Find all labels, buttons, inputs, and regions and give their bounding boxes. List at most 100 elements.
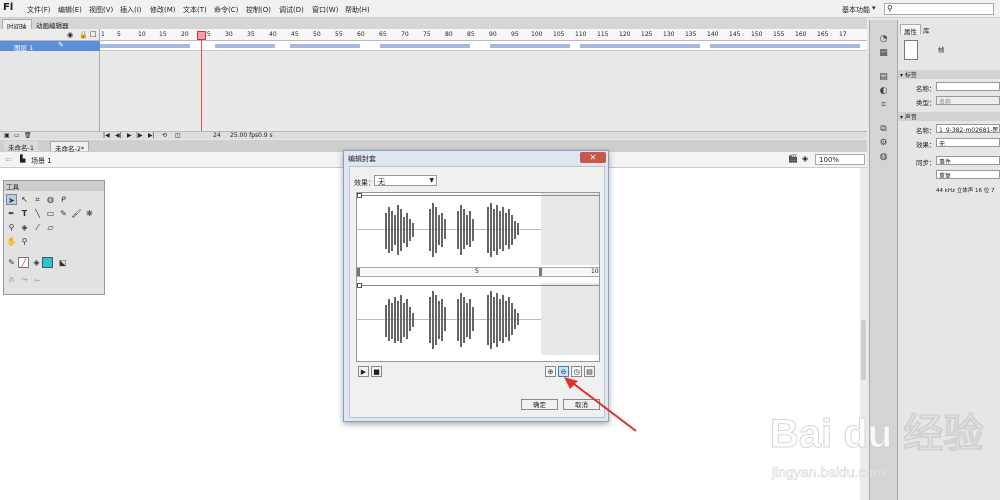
- pencil-tool-icon[interactable]: ✎: [58, 208, 69, 219]
- menu-window[interactable]: 窗口(W): [312, 5, 338, 15]
- type-select[interactable]: 名称: [936, 96, 1000, 105]
- free-transform-tool-icon[interactable]: ⌗: [32, 194, 43, 205]
- envelope-handle[interactable]: [357, 283, 362, 288]
- components-icon[interactable]: ⚙: [878, 138, 889, 149]
- envelope-line[interactable]: [357, 283, 599, 288]
- pen-tool-icon[interactable]: ✒: [6, 208, 17, 219]
- menu-debug[interactable]: 调试(D): [279, 5, 304, 15]
- play-icon[interactable]: ▶: [358, 366, 369, 377]
- stroke-color-swatch[interactable]: ╱: [18, 257, 29, 268]
- envelope-handle[interactable]: [357, 193, 362, 198]
- next-frame-icon[interactable]: |▶: [136, 132, 143, 139]
- loop-icon[interactable]: ⟲: [162, 132, 167, 139]
- stroke-color-icon[interactable]: ✎: [6, 257, 17, 268]
- scene-name[interactable]: 场景 1: [31, 156, 52, 166]
- new-layer-icon[interactable]: ▣: [4, 132, 10, 139]
- sound-effect-select[interactable]: 无: [936, 138, 1000, 147]
- text-tool-icon[interactable]: T: [19, 208, 30, 219]
- workspace-switcher[interactable]: 基本功能: [842, 5, 870, 15]
- name-input[interactable]: [936, 82, 1000, 91]
- zoom-tool-icon[interactable]: ⚲: [19, 236, 30, 247]
- subselection-tool-icon[interactable]: ↖: [19, 194, 30, 205]
- menu-file[interactable]: 文件(F): [27, 5, 51, 15]
- lock-icon[interactable]: 🔒: [79, 31, 88, 39]
- fps[interactable]: 25.00 fps: [230, 132, 258, 139]
- tab-properties[interactable]: 属性: [900, 24, 921, 36]
- color-icon[interactable]: ◔: [878, 34, 889, 45]
- stage-scroll-thumb[interactable]: [861, 320, 866, 380]
- menu-help[interactable]: 帮助(H): [345, 5, 370, 15]
- line-tool-icon[interactable]: ╲: [32, 208, 43, 219]
- code-snippets-icon[interactable]: ⧉: [878, 124, 889, 135]
- tab-timeline[interactable]: 时间轴: [2, 19, 32, 31]
- sound-section-header[interactable]: ▾ 声音: [898, 112, 1000, 121]
- sound-name-select[interactable]: 1_9-382-m02681-医生: [936, 124, 1000, 133]
- chevron-down-icon[interactable]: ▾: [872, 4, 876, 12]
- swatches-icon[interactable]: ▦: [878, 48, 889, 59]
- label-section-header[interactable]: ▾ 标签: [898, 70, 1000, 79]
- straighten-icon[interactable]: ⤚: [32, 274, 43, 285]
- align-icon[interactable]: ▤: [878, 72, 889, 83]
- paint-bucket-icon[interactable]: ◈: [19, 222, 30, 233]
- fill-color-swatch[interactable]: [42, 257, 53, 268]
- in-point-handle[interactable]: [357, 268, 360, 276]
- eye-icon[interactable]: ◉: [67, 31, 73, 39]
- current-frame[interactable]: 24: [213, 132, 221, 139]
- menu-insert[interactable]: 插入(I): [120, 5, 142, 15]
- rectangle-tool-icon[interactable]: ▭: [45, 208, 56, 219]
- menu-edit[interactable]: 编辑(E): [58, 5, 82, 15]
- doc-tab-2[interactable]: 未命名-2*: [50, 141, 90, 153]
- new-folder-icon[interactable]: ▭: [14, 132, 20, 139]
- zoom-in-icon[interactable]: ⊕: [545, 366, 556, 377]
- envelope-line[interactable]: [357, 193, 599, 198]
- tools-title[interactable]: 工具: [4, 181, 104, 191]
- swap-colors-icon[interactable]: ⬕: [57, 257, 68, 268]
- tab-library[interactable]: 库: [920, 24, 933, 35]
- info-icon[interactable]: ◐: [878, 86, 889, 97]
- right-channel[interactable]: [357, 283, 541, 355]
- 3d-rotation-tool-icon[interactable]: ◍: [45, 194, 56, 205]
- motion-presets-icon[interactable]: ◍: [878, 152, 889, 163]
- bone-tool-icon[interactable]: ⚲: [6, 222, 17, 233]
- onion-skin-icon[interactable]: ◫: [175, 132, 181, 139]
- transform-icon[interactable]: ⌗: [878, 100, 889, 111]
- menu-text[interactable]: 文本(T): [183, 5, 207, 15]
- trash-icon[interactable]: 🗑: [24, 132, 32, 139]
- back-arrow-icon[interactable]: ⇦: [5, 155, 12, 164]
- outline-icon[interactable]: □: [90, 30, 97, 38]
- tab-motion-editor[interactable]: 动画编辑器: [32, 19, 73, 30]
- fill-color-icon[interactable]: ◈: [31, 257, 42, 268]
- layer-frames[interactable]: [100, 41, 867, 51]
- first-frame-icon[interactable]: |◀: [103, 132, 110, 139]
- effect-select[interactable]: 无 ▼: [374, 175, 437, 186]
- stop-icon[interactable]: ■: [371, 366, 382, 377]
- zoom-select[interactable]: 100%: [815, 154, 865, 165]
- selection-tool-icon[interactable]: ➤: [6, 194, 17, 205]
- menu-command[interactable]: 命令(C): [214, 5, 238, 15]
- envelope-editor[interactable]: 5 10: [356, 192, 600, 362]
- layer-row[interactable]: 图层 1 ✎: [0, 41, 100, 52]
- out-point-handle[interactable]: [539, 268, 542, 276]
- snap-icon[interactable]: ∩: [6, 274, 17, 285]
- lasso-tool-icon[interactable]: ᑭ: [58, 194, 69, 205]
- sync-select[interactable]: 事件: [936, 156, 1000, 165]
- frame-ruler[interactable]: 1 5 10 15 20 25 30 35 40 45 50 55 60 65 …: [100, 29, 867, 41]
- hand-tool-icon[interactable]: ✋: [6, 236, 17, 247]
- repeat-select[interactable]: 重复: [936, 170, 1000, 179]
- last-frame-icon[interactable]: ▶|: [148, 132, 155, 139]
- ok-button[interactable]: 确定: [521, 399, 558, 410]
- prev-frame-icon[interactable]: ◀|: [115, 132, 122, 139]
- menu-modify[interactable]: 修改(M): [150, 5, 176, 15]
- close-icon[interactable]: ✕: [580, 152, 606, 163]
- edit-symbol-icon[interactable]: ◈: [802, 154, 808, 163]
- edit-scene-icon[interactable]: 🎬: [788, 154, 798, 163]
- time-ruler[interactable]: 5 10: [357, 267, 599, 277]
- play-icon[interactable]: ▶: [127, 132, 132, 139]
- left-channel[interactable]: [357, 193, 541, 265]
- eyedropper-icon[interactable]: ⁄: [32, 222, 43, 233]
- search-input[interactable]: ⚲: [884, 3, 994, 15]
- menu-control[interactable]: 控制(O): [246, 5, 271, 15]
- doc-tab-1[interactable]: 未命名-1: [4, 141, 38, 152]
- brush-tool-icon[interactable]: 🖌: [71, 208, 82, 219]
- menu-view[interactable]: 视图(V): [89, 5, 113, 15]
